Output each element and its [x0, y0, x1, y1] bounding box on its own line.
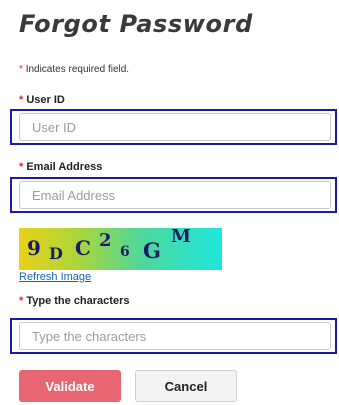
email-label-text: Email Address [26, 161, 103, 173]
validate-button[interactable]: Validate [19, 370, 121, 402]
required-note-text: Indicates required field. [25, 64, 130, 75]
user-id-label-text: User ID [26, 94, 65, 106]
required-star: * [19, 94, 24, 106]
captcha-label-text: Type the characters [26, 295, 130, 307]
required-star: * [19, 161, 24, 173]
captcha-input[interactable] [19, 322, 331, 350]
captcha-char: 9 [27, 236, 41, 260]
captcha-char: G [143, 238, 161, 263]
page-title: Forgot Password [19, 10, 253, 38]
captcha-image: 9 D C 2 6 G M [19, 228, 222, 270]
required-star: * [19, 295, 24, 307]
captcha-label: * Type the characters [19, 295, 129, 307]
email-input[interactable] [19, 181, 331, 209]
captcha-char: 6 [120, 244, 130, 260]
required-star: * [19, 64, 23, 75]
required-note: * Indicates required field. [19, 64, 129, 75]
user-id-label: * User ID [19, 94, 65, 106]
captcha-char: 2 [99, 230, 112, 251]
email-label: * Email Address [19, 161, 102, 173]
captcha-char: C [75, 236, 91, 260]
user-id-input[interactable] [19, 113, 331, 141]
refresh-image-link[interactable]: Refresh Image [19, 271, 91, 283]
captcha-char: D [49, 244, 63, 263]
cancel-button[interactable]: Cancel [135, 370, 237, 402]
captcha-char: M [171, 228, 191, 247]
